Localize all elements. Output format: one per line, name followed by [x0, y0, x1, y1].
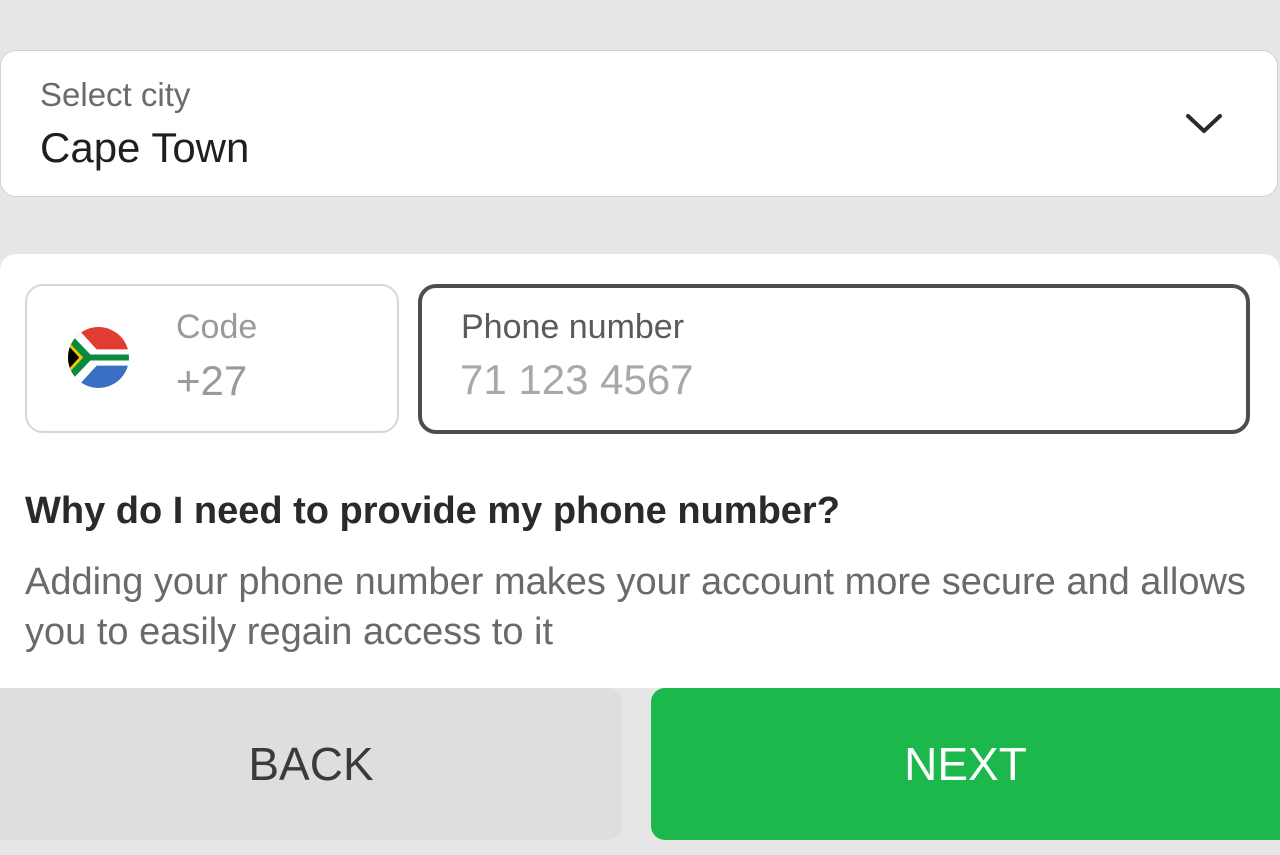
- info-heading: Why do I need to provide my phone number…: [25, 490, 840, 532]
- chevron-down-icon[interactable]: [1182, 108, 1226, 138]
- country-code-value: +27: [176, 357, 248, 404]
- city-select-label: Select city: [40, 76, 191, 113]
- info-text: Adding your phone number makes your acco…: [25, 561, 1246, 653]
- phone-number-label: Phone number: [461, 308, 685, 346]
- city-select-value[interactable]: Cape Town: [40, 127, 249, 169]
- back-button[interactable]: BACK: [0, 688, 622, 840]
- country-code-label: Code: [176, 308, 258, 346]
- south-africa-flag-icon: [68, 327, 129, 388]
- phone-number-input[interactable]: [460, 352, 1220, 408]
- next-button[interactable]: NEXT: [651, 688, 1280, 840]
- phone-registration-page: Select city Cape Town Code +27 Phone num…: [0, 0, 1280, 855]
